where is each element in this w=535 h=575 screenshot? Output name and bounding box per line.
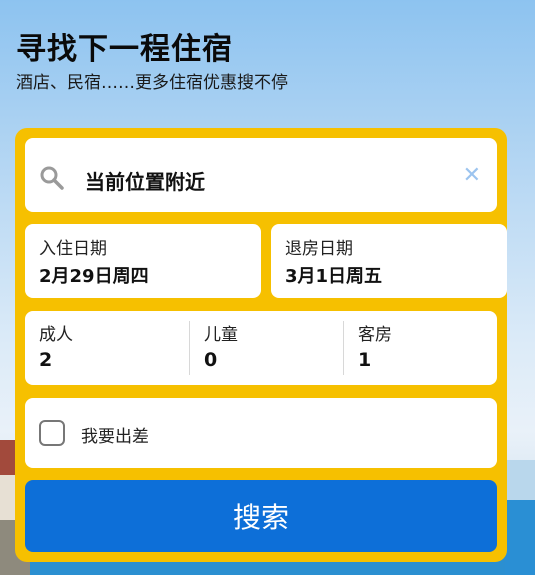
adults-label: 成人 — [39, 325, 73, 345]
children-label: 儿童 — [204, 325, 238, 345]
business-trip-label: 我要出差 — [81, 427, 149, 447]
search-panel: 当前位置附近 ✕ 入住日期 2月29日周四 退房日期 3月1日周五 成人 2 儿… — [15, 128, 507, 562]
location-value: 当前位置附近 — [85, 170, 205, 194]
checkout-date-field[interactable]: 退房日期 3月1日周五 — [271, 224, 507, 298]
page-subtitle: 酒店、民宿……更多住宿优惠搜不停 — [16, 73, 288, 93]
rooms-label: 客房 — [358, 325, 392, 345]
adults-value: 2 — [39, 349, 53, 371]
rooms-value: 1 — [358, 349, 372, 371]
children-selector[interactable]: 儿童 0 — [190, 311, 343, 385]
location-search-field[interactable]: 当前位置附近 ✕ — [25, 138, 497, 212]
search-icon — [39, 165, 65, 195]
children-value: 0 — [204, 349, 218, 371]
close-icon[interactable]: ✕ — [463, 163, 481, 188]
checkout-value: 3月1日周五 — [285, 266, 383, 287]
business-trip-option[interactable]: 我要出差 — [25, 398, 497, 468]
checkout-label: 退房日期 — [285, 239, 353, 259]
checkin-value: 2月29日周四 — [39, 266, 149, 287]
checkin-label: 入住日期 — [39, 239, 107, 259]
business-trip-checkbox[interactable] — [39, 420, 65, 446]
search-button[interactable]: 搜索 — [25, 480, 497, 552]
page-title: 寻找下一程住宿 — [16, 32, 233, 67]
checkin-date-field[interactable]: 入住日期 2月29日周四 — [25, 224, 261, 298]
adults-selector[interactable]: 成人 2 — [25, 311, 189, 385]
guest-room-selector: 成人 2 儿童 0 客房 1 — [25, 311, 497, 385]
rooms-selector[interactable]: 客房 1 — [344, 311, 497, 385]
